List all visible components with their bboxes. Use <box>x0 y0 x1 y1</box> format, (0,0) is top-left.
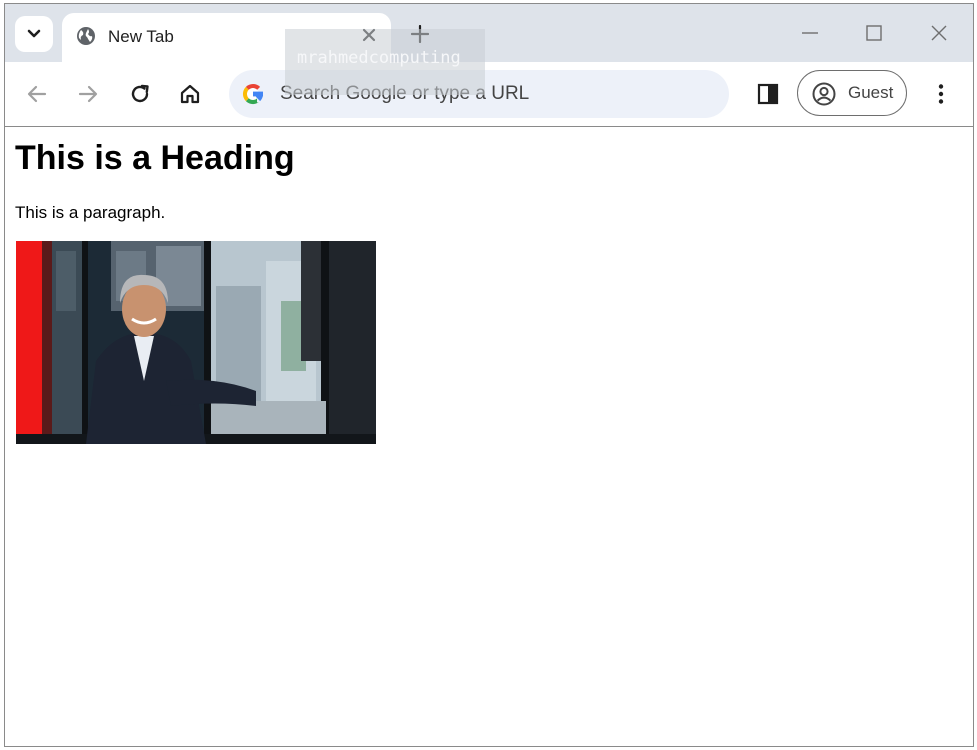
maximize-button[interactable] <box>862 21 886 45</box>
minimize-button[interactable] <box>798 21 822 45</box>
minimize-icon <box>802 32 818 34</box>
home-icon <box>180 84 200 104</box>
browser-window: New Tab URL Guest mrahmedcomputing This … <box>4 3 974 747</box>
home-button[interactable] <box>176 80 204 108</box>
chevron-down-icon <box>27 29 41 38</box>
tab-search-button[interactable] <box>15 16 53 52</box>
man-in-bus-photo <box>16 241 376 444</box>
menu-button[interactable] <box>927 80 955 108</box>
side-panel-button[interactable] <box>754 80 782 108</box>
side-panel-icon <box>757 83 779 105</box>
tab-title: New Tab <box>108 27 174 46</box>
back-button[interactable] <box>23 80 51 108</box>
google-icon <box>242 83 264 105</box>
reload-icon <box>131 84 149 103</box>
reload-button[interactable] <box>126 80 154 108</box>
page-content: This is a Heading This is a paragraph. <box>5 127 973 746</box>
tab-strip: New Tab <box>5 4 973 62</box>
window-close-button[interactable] <box>927 21 951 45</box>
page-paragraph: This is a paragraph. <box>15 203 166 222</box>
close-icon <box>931 25 947 41</box>
page-image <box>16 241 376 444</box>
profile-button[interactable]: Guest <box>797 70 907 116</box>
profile-label: Guest <box>848 83 894 102</box>
forward-button[interactable] <box>74 80 102 108</box>
maximize-icon <box>866 25 882 41</box>
more-vert-icon <box>938 84 944 104</box>
watermark: mrahmedcomputing <box>285 29 485 95</box>
arrow-right-icon <box>78 85 98 103</box>
page-heading: This is a Heading <box>15 139 295 177</box>
arrow-left-icon <box>27 85 47 103</box>
globe-icon <box>77 27 95 45</box>
account-icon <box>812 82 836 106</box>
toolbar: Search Google or type a URL Guest <box>5 62 973 127</box>
